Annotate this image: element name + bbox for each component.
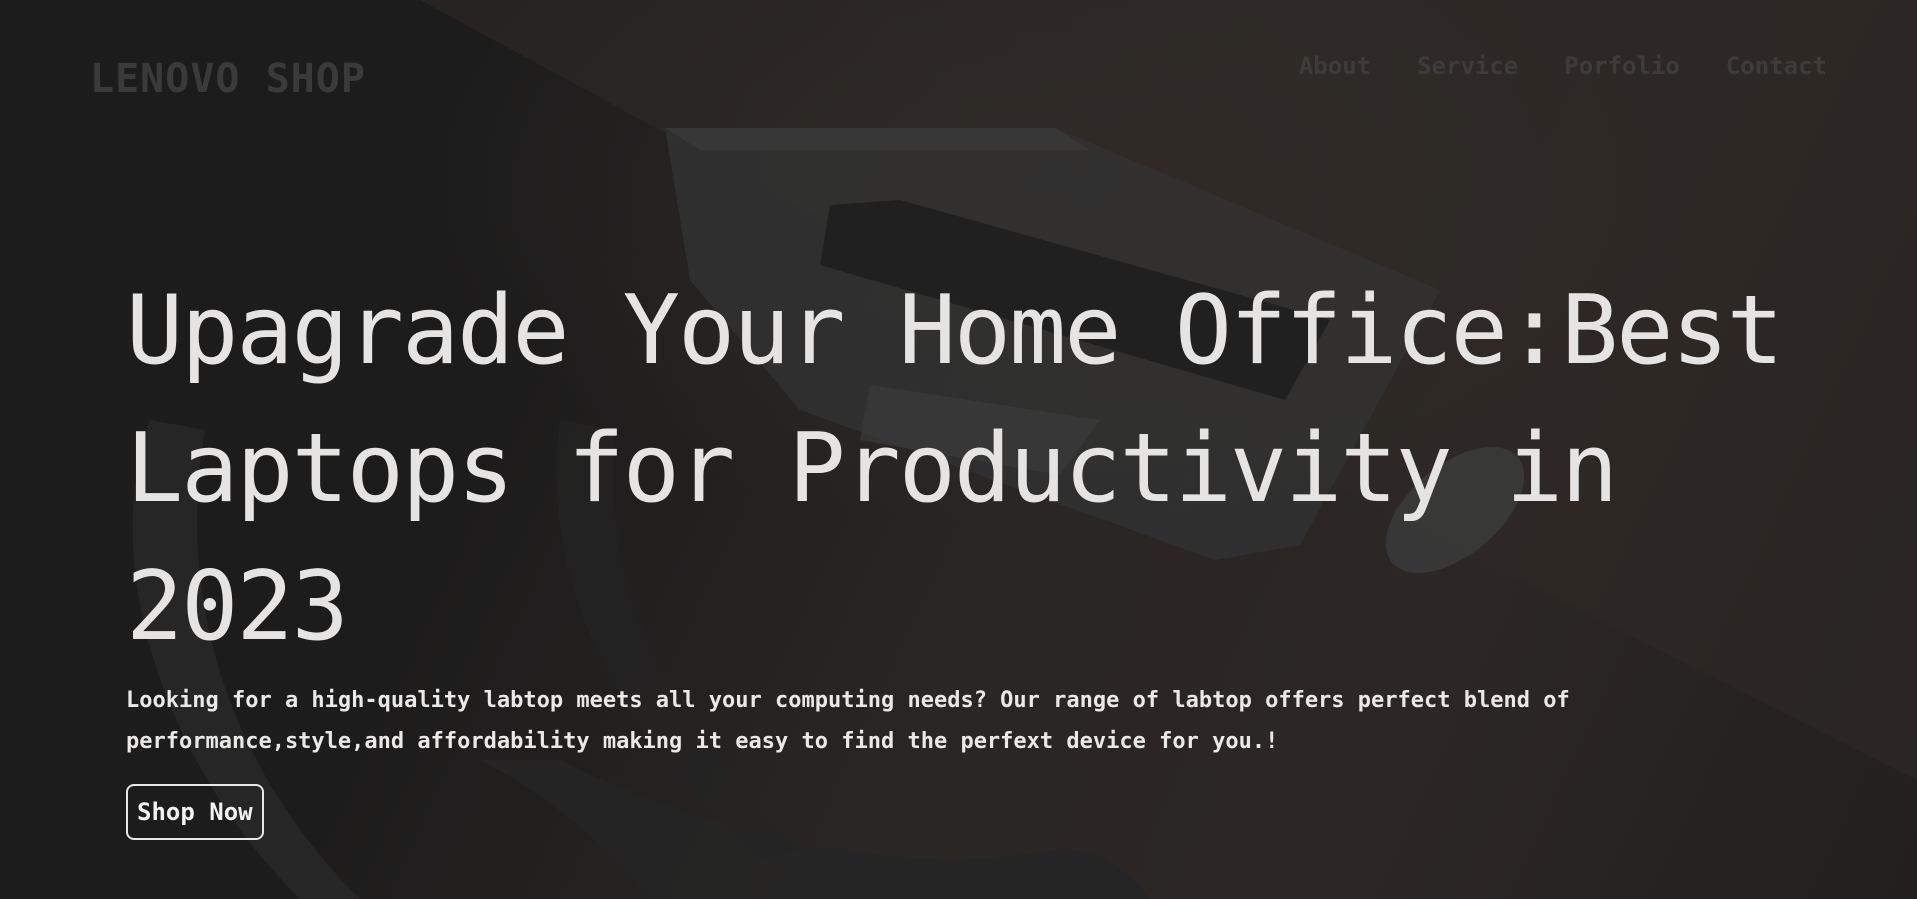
- hero-description: Looking for a high-quality labtop meets …: [126, 680, 1656, 762]
- hero-section: LENOVO SHOP About Service Porfolio Conta…: [0, 0, 1917, 899]
- nav-link-contact[interactable]: Contact: [1726, 52, 1827, 80]
- nav-link-service[interactable]: Service: [1417, 52, 1518, 80]
- main-nav: About Service Porfolio Contact: [1299, 52, 1827, 80]
- hero-headline-line: Upagrade Your Home Office:Best: [126, 276, 1784, 386]
- hero-headline-line: Laptops for Productivity in: [126, 414, 1618, 524]
- nav-link-portfolio[interactable]: Porfolio: [1564, 52, 1680, 80]
- site-logo[interactable]: LENOVO SHOP: [90, 56, 366, 102]
- hero-headline-line: 2023: [126, 552, 349, 662]
- hero-description-line: Looking for a high-quality labtop meets …: [126, 688, 1570, 713]
- hero-description-line: performance,style,and affordability maki…: [126, 729, 1279, 754]
- nav-link-about[interactable]: About: [1299, 52, 1371, 80]
- hero-headline: Upagrade Your Home Office:Best Laptops f…: [126, 262, 1826, 676]
- hero-content: Upagrade Your Home Office:Best Laptops f…: [126, 262, 1826, 840]
- shop-now-button[interactable]: Shop Now: [126, 784, 264, 840]
